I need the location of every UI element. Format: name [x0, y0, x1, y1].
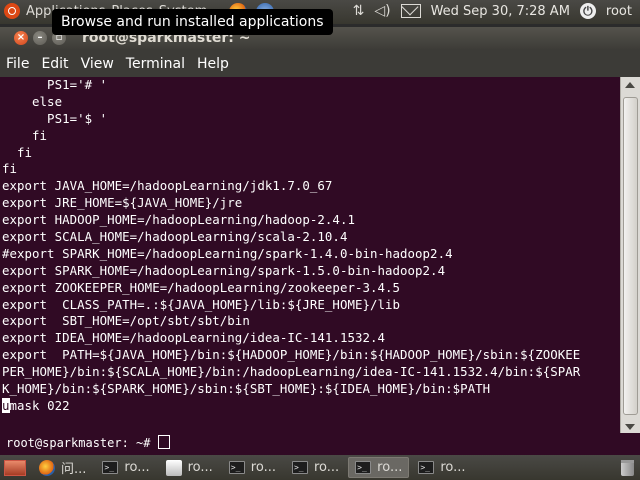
- menu-terminal[interactable]: Terminal: [120, 56, 191, 72]
- background-terminal[interactable]: root@sparkmaster: ~#: [0, 433, 640, 455]
- taskbar-item[interactable]: >_ ro...: [95, 457, 156, 478]
- terminal-line: fi: [2, 144, 33, 160]
- taskbar-item[interactable]: >_ ro...: [285, 457, 346, 478]
- terminal-window: × – ▫ root@sparkmaster: ~ File Edit View…: [0, 27, 640, 455]
- terminal-line: PS1='# ': [2, 77, 108, 92]
- taskbar-item-label: ro...: [250, 460, 276, 475]
- terminal-icon: >_: [102, 461, 119, 474]
- firefox-icon: [39, 459, 55, 476]
- terminal-line: export JRE_HOME=${JAVA_HOME}/jre: [2, 195, 243, 211]
- prompt-text: root@sparkmaster: ~#: [6, 436, 158, 450]
- taskbar-item-label: 问...: [61, 462, 87, 477]
- terminal-line: fi: [2, 161, 18, 177]
- taskbar-item-label: ro...: [313, 460, 340, 475]
- terminal-cursor: u: [2, 397, 10, 413]
- terminal-line: fi: [2, 127, 48, 143]
- taskbar-item-label: ro...: [440, 460, 466, 475]
- mail-icon[interactable]: [400, 4, 421, 18]
- clock[interactable]: Wed Sep 30, 7:28 AM: [431, 4, 570, 19]
- terminal-output[interactable]: PS1='# ' else PS1='$ ' fi fi fi export J…: [0, 77, 620, 435]
- taskbar-item-label: ro...: [187, 460, 213, 475]
- scrollbar[interactable]: [620, 77, 640, 435]
- network-icon[interactable]: ⇅: [353, 3, 365, 19]
- close-icon[interactable]: ×: [14, 31, 28, 45]
- terminal-line: export IDEA_HOME=/hadoopLearning/idea-IC…: [2, 330, 385, 346]
- terminal-line: export ZOOKEEPER_HOME=/hadoopLearning/zo…: [2, 279, 401, 295]
- background-prompt: root@sparkmaster: ~#: [0, 435, 170, 450]
- taskbar-item-label: ro...: [124, 460, 150, 475]
- menu-help[interactable]: Help: [191, 56, 235, 72]
- hollow-cursor: [157, 435, 170, 449]
- terminal-line: #export SPARK_HOME=/hadoopLearning/spark…: [2, 245, 453, 261]
- tooltip: Browse and run installed applications: [52, 9, 333, 35]
- terminal-icon: >_: [291, 461, 308, 474]
- trash-icon[interactable]: [621, 459, 634, 476]
- scrollbar-thumb[interactable]: [623, 97, 638, 415]
- show-desktop-icon[interactable]: [4, 459, 26, 476]
- taskbar-item-active[interactable]: >_ ro...: [348, 457, 410, 478]
- ubuntu-logo-icon[interactable]: [4, 3, 20, 19]
- panel-indicators: ⇅ ◁) Wed Sep 30, 7:28 AM ⏻ root: [353, 3, 632, 19]
- minimize-icon[interactable]: –: [33, 31, 47, 45]
- terminal-icon: >_: [355, 461, 372, 474]
- terminal-icon: >_: [418, 461, 435, 474]
- terminal-line: PER_HOME}/bin:${SCALA_HOME}/bin:/hadoopL…: [2, 364, 581, 380]
- terminal-icon: >_: [228, 461, 245, 474]
- scroll-up-icon[interactable]: [625, 82, 635, 88]
- taskbar-item[interactable]: ro...: [159, 457, 220, 478]
- taskbar-item-label: ro...: [377, 460, 403, 475]
- terminal-line: export SBT_HOME=/opt/sbt/sbt/bin: [2, 313, 250, 329]
- terminal-line: export JAVA_HOME=/hadoopLearning/jdk1.7.…: [2, 178, 333, 194]
- terminal-line: export SCALA_HOME=/hadoopLearning/scala-…: [2, 229, 348, 245]
- taskbar-item[interactable]: >_ ro...: [411, 457, 472, 478]
- terminal-line: export HADOOP_HOME=/hadoopLearning/hadoo…: [2, 212, 355, 228]
- taskbar-item[interactable]: 问...: [32, 457, 93, 478]
- terminal-line: PS1='$ ': [2, 110, 108, 126]
- app-icon: [165, 459, 182, 476]
- menu-edit[interactable]: Edit: [35, 56, 74, 72]
- bottom-panel: 问... >_ ro... ro... >_ ro... >_ ro... >_…: [0, 455, 640, 480]
- user-icon[interactable]: ⏻: [579, 3, 596, 19]
- volume-icon[interactable]: ◁): [374, 3, 390, 19]
- terminal-line-text: mask 022: [9, 397, 70, 413]
- terminal-line: export SPARK_HOME=/hadoopLearning/spark-…: [2, 262, 446, 278]
- menu-view[interactable]: View: [75, 56, 120, 72]
- menu-bar: File Edit View Terminal Help: [0, 50, 640, 77]
- menu-file[interactable]: File: [0, 56, 35, 72]
- taskbar-item[interactable]: >_ ro...: [222, 457, 283, 478]
- terminal-line: export CLASS_PATH=.:${JAVA_HOME}/lib:${J…: [2, 296, 401, 312]
- scroll-down-icon[interactable]: [625, 424, 635, 430]
- user-menu[interactable]: root: [606, 4, 632, 19]
- terminal-line: K_HOME}/bin:${SPARK_HOME}/sbin:${SBT_HOM…: [2, 381, 491, 397]
- terminal-line: else: [2, 93, 63, 109]
- terminal-line: export PATH=${JAVA_HOME}/bin:${HADOOP_HO…: [2, 347, 581, 363]
- terminal-cursor-line: umask 022: [0, 397, 620, 415]
